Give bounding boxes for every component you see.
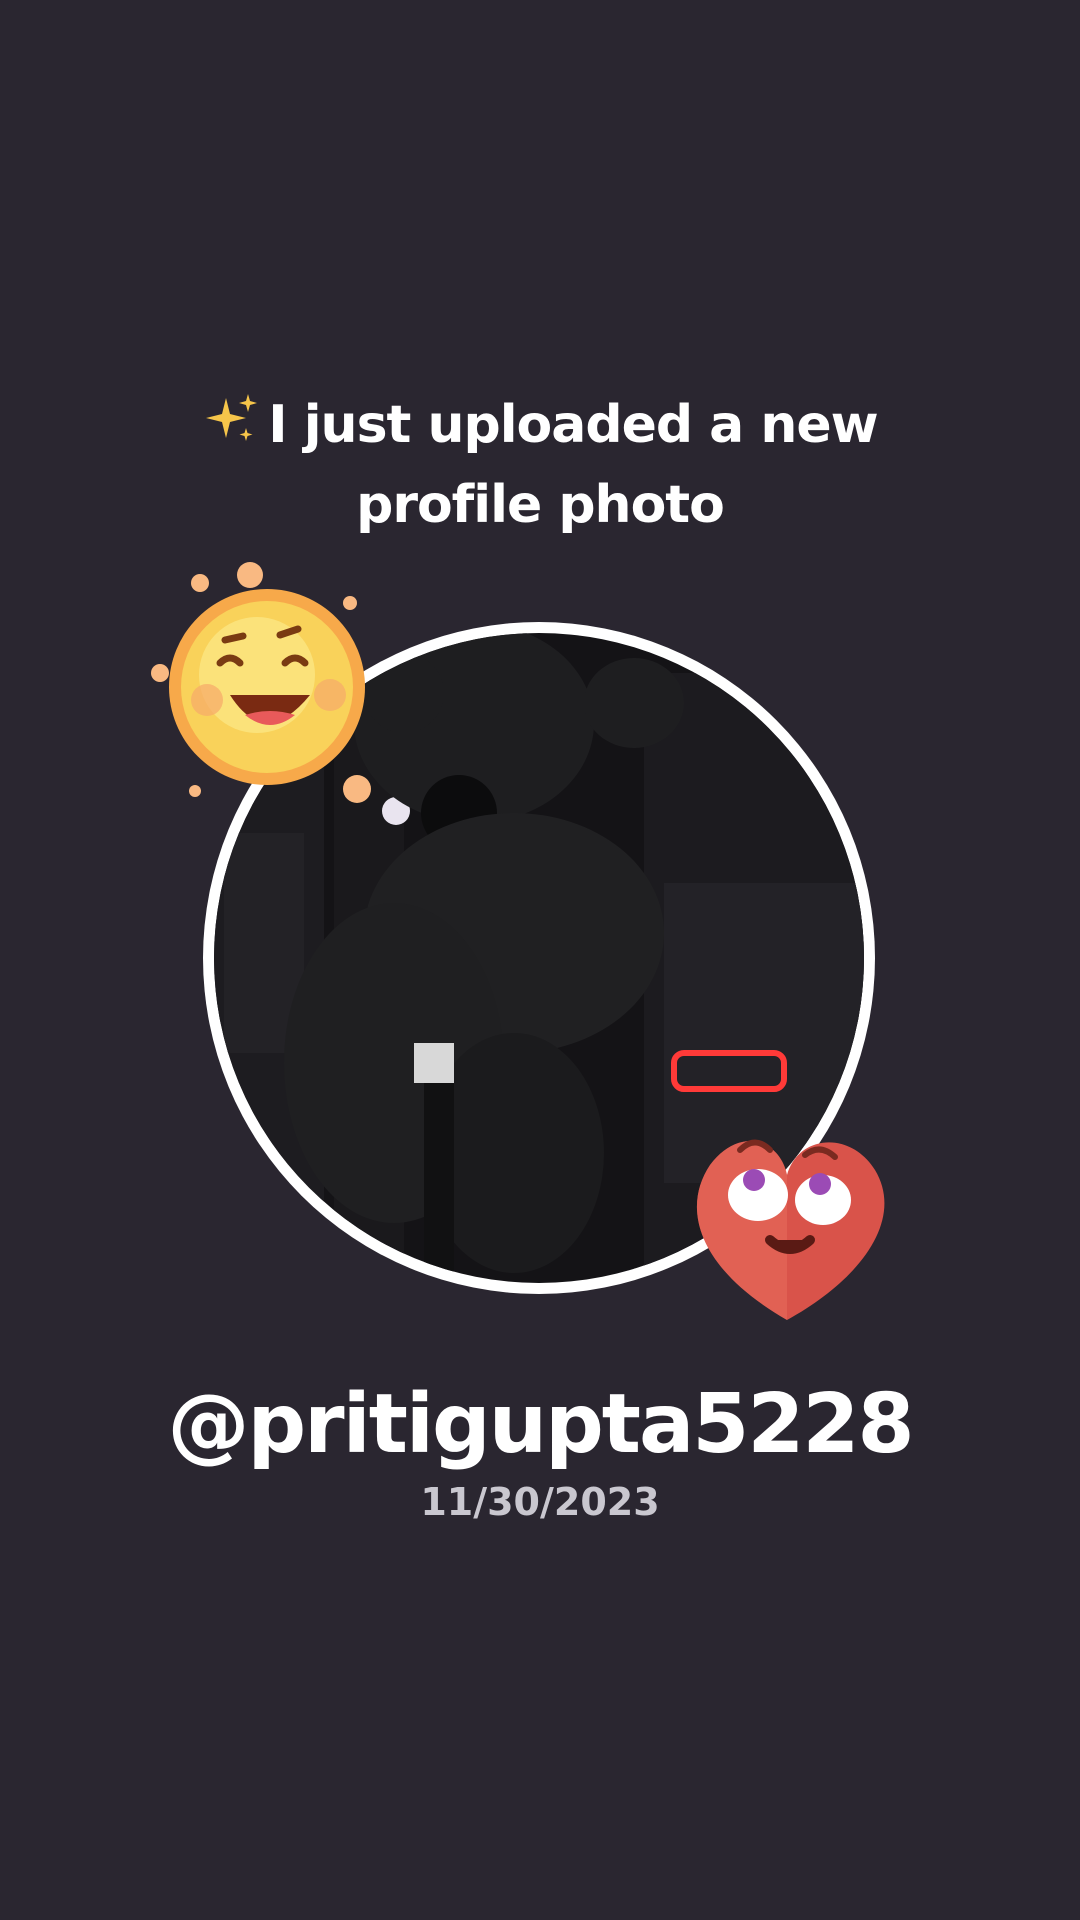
upload-date: 11/30/2023 [420,1480,660,1524]
profile-photo-announcement: I just uploaded a new profile photo @pri… [0,0,1080,1920]
laughing-sun-sticker [145,555,395,805]
headline: I just uploaded a new profile photo [140,385,940,545]
headline-text: I just uploaded a new profile photo [268,395,878,535]
sparkles-icon [202,390,262,450]
eye-rolling-heart-sticker [680,1120,895,1330]
username[interactable]: @pritigupta5228 [0,1375,1080,1475]
